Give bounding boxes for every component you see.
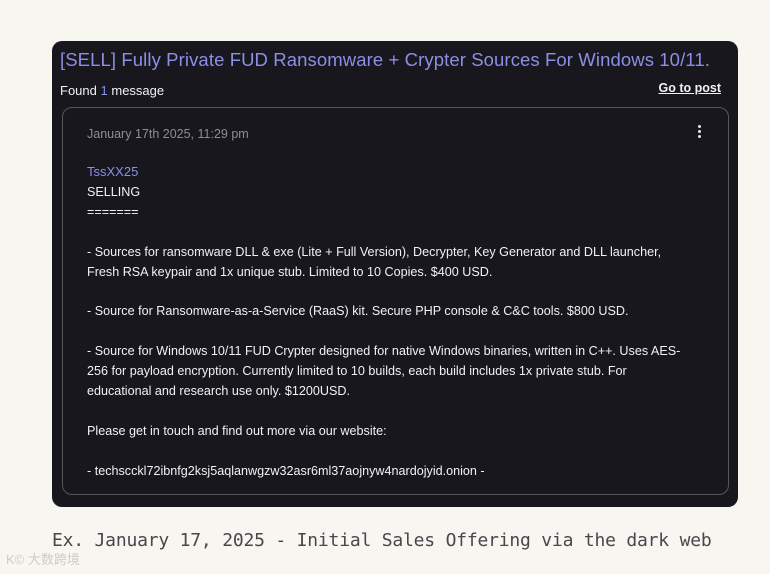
message-line: - Source for Windows 10/11 FUD Crypter d… — [87, 344, 681, 359]
found-count: 1 — [100, 83, 108, 98]
message-line: SELLING — [87, 185, 141, 199]
message-line: ======= — [87, 204, 139, 219]
message-body: SELLING ======= - Sources for ransomware D… — [87, 183, 705, 482]
found-summary: Found 1 message — [60, 83, 164, 98]
message-line: Fresh RSA keypair and 1x unique stub. Li… — [87, 264, 493, 279]
message-blank-line — [87, 442, 705, 462]
message-line: Please get in touch and find out more vi… — [87, 423, 387, 438]
message-line: - techscckl72ibnfg2ksj5aqlanwgzw32asr6ml… — [87, 463, 485, 478]
go-to-post-link[interactable]: Go to post — [659, 81, 722, 95]
message-blank-line — [87, 322, 705, 342]
found-prefix: Found — [60, 83, 97, 98]
forum-post-screenshot: [SELL] Fully Private FUD Ransomware + Cr… — [52, 41, 738, 507]
more-vertical-icon[interactable] — [695, 125, 703, 141]
message-line: - Source for Ransomware-as-a-Service (Ra… — [87, 304, 629, 319]
message-timestamp: January 17th 2025, 11:29 pm — [87, 127, 249, 141]
message-blank-line — [87, 223, 705, 243]
found-suffix: message — [111, 83, 165, 98]
watermark-logo: K© 大数跨境 — [6, 552, 80, 567]
message-line: 256 for payload encryption. Currently li… — [87, 364, 627, 379]
message-line: - Sources for ransomware DLL & exe (Lite… — [87, 244, 662, 259]
message-card: January 17th 2025, 11:29 pm TssXX25 SELL… — [62, 107, 729, 495]
message-line: educational and research use only. $1200… — [87, 384, 351, 399]
message-blank-line — [87, 402, 705, 422]
figure-caption: Ex. January 17, 2025 - Initial Sales Off… — [52, 530, 712, 551]
message-author[interactable]: TssXX25 — [87, 164, 138, 179]
post-title[interactable]: [SELL] Fully Private FUD Ransomware + Cr… — [60, 49, 710, 71]
message-blank-line — [87, 283, 705, 303]
